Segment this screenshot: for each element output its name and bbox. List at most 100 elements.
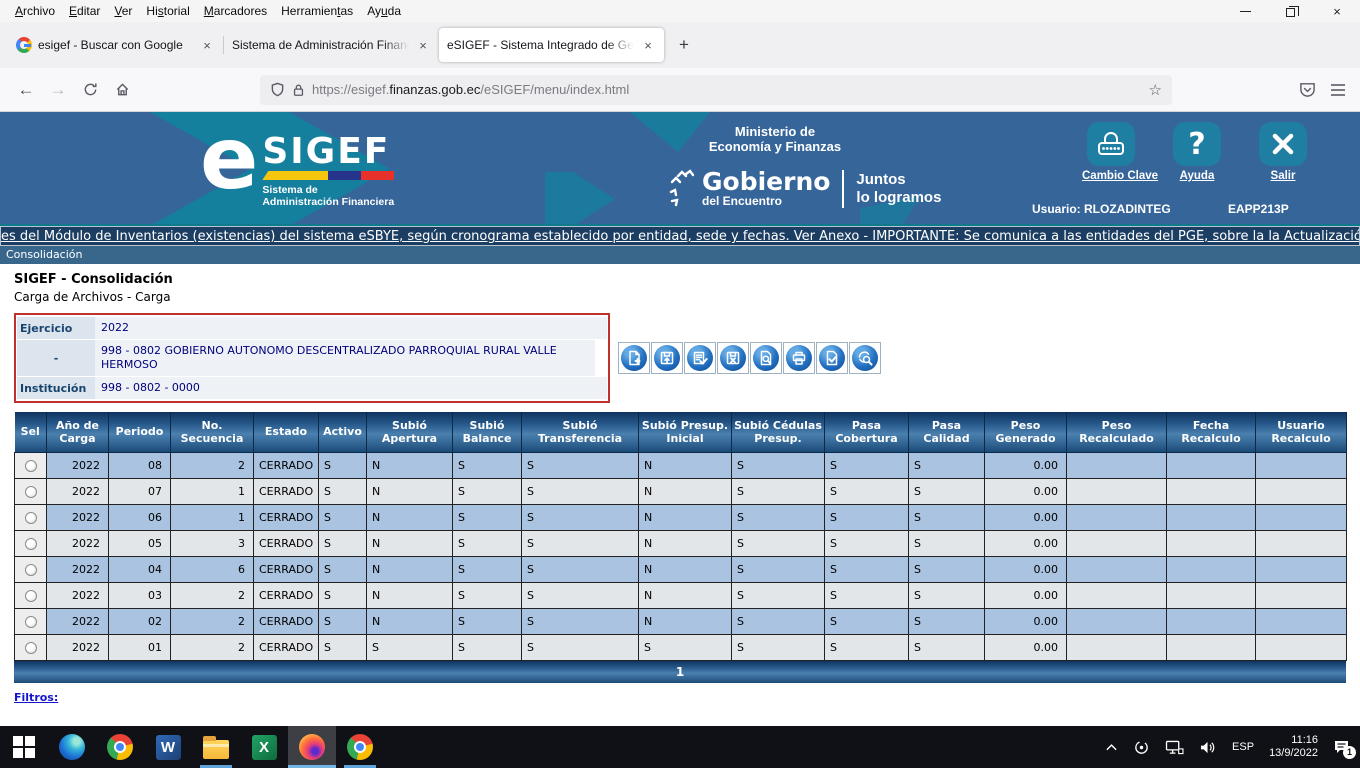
tab-close-icon[interactable]: ×	[415, 38, 431, 53]
table-cell: S	[319, 504, 367, 530]
url-text[interactable]: https://esigef.finanzas.gob.ec/eSIGEF/me…	[312, 82, 1142, 97]
table-cell: S	[825, 556, 909, 582]
toolbar-button-print[interactable]	[783, 342, 815, 374]
menubar-item-ayuda[interactable]: Ayuda	[360, 1, 408, 21]
tab-close-icon[interactable]: ×	[199, 38, 215, 53]
toolbar-button-validate-form[interactable]	[684, 342, 716, 374]
table-cell: S	[732, 634, 825, 660]
language-indicator[interactable]: ESP	[1232, 741, 1254, 753]
window-restore-button[interactable]	[1268, 0, 1314, 22]
column-header: Subió Cédulas Presup.	[732, 412, 825, 452]
tab-close-icon[interactable]: ×	[640, 38, 656, 53]
table-cell	[1167, 530, 1256, 556]
table-cell	[1256, 582, 1347, 608]
table-cell: S	[522, 530, 639, 556]
bookmark-star-icon[interactable]: ☆	[1149, 81, 1162, 99]
hamburger-menu-icon[interactable]	[1330, 83, 1346, 97]
new-tab-button[interactable]: +	[670, 31, 698, 59]
pagination-bar[interactable]: 1	[14, 661, 1346, 683]
taskbar-app-chrome[interactable]	[96, 726, 144, 768]
salir-button[interactable]: Salir	[1254, 122, 1312, 184]
menubar-item-editar[interactable]: Editar	[62, 1, 107, 21]
toolbar-button-save-upload[interactable]	[651, 342, 683, 374]
menubar-item-historial[interactable]: Historial	[139, 1, 196, 21]
table-cell	[1256, 452, 1347, 478]
menubar-item-ver[interactable]: Ver	[107, 1, 139, 21]
menubar-item-marcadores[interactable]: Marcadores	[197, 1, 274, 21]
row-select-radio[interactable]	[25, 538, 37, 550]
gobierno-logo: Gobierno del Encuentro Juntoslo logramos	[668, 168, 941, 210]
action-center-icon[interactable]: 1	[1333, 739, 1350, 755]
teams-tray-icon[interactable]	[1133, 739, 1150, 756]
table-cell: 2022	[47, 608, 109, 634]
browser-tab[interactable]: Sistema de Administración Financie×	[224, 28, 439, 62]
table-cell: 06	[109, 504, 171, 530]
tab-title: eSIGEF - Sistema Integrado de Gesti	[447, 38, 634, 52]
table-cell: S	[522, 582, 639, 608]
taskbar-app-edge[interactable]	[48, 726, 96, 768]
toolbar-button-approve-document[interactable]	[816, 342, 848, 374]
clock[interactable]: 11:1613/9/2022	[1269, 734, 1318, 760]
back-icon[interactable]: ←	[10, 75, 42, 105]
toolbar-button-delete-record[interactable]	[717, 342, 749, 374]
table-cell	[1067, 452, 1167, 478]
menubar-item-herramientas[interactable]: Herramientas	[274, 1, 360, 21]
taskbar-app-file-explorer[interactable]	[192, 726, 240, 768]
taskbar-app-excel[interactable]: X	[240, 726, 288, 768]
cambio-clave-button[interactable]: Cambio Clave	[1082, 122, 1140, 184]
table-cell: S	[825, 478, 909, 504]
lock-icon[interactable]	[292, 83, 305, 97]
password-lock-icon	[1087, 122, 1135, 166]
table-cell	[1067, 608, 1167, 634]
toolbar-button-consult-search[interactable]	[849, 342, 881, 374]
filtros-link[interactable]: Filtros:	[14, 691, 58, 704]
table-cell: 2	[171, 452, 254, 478]
row-select-radio[interactable]	[25, 616, 37, 628]
tracking-shield-icon[interactable]	[270, 82, 285, 97]
table-cell	[1256, 478, 1347, 504]
table-cell: S	[825, 452, 909, 478]
table-cell: S	[639, 634, 732, 660]
row-select-radio[interactable]	[25, 486, 37, 498]
browser-tab[interactable]: eSIGEF - Sistema Integrado de Gesti ×	[439, 28, 664, 62]
table-cell: 2	[171, 634, 254, 660]
ayuda-button[interactable]: ? Ayuda	[1168, 122, 1226, 184]
url-bar[interactable]: https://esigef.finanzas.gob.ec/eSIGEF/me…	[260, 75, 1172, 105]
taskbar-app-chrome-window[interactable]	[336, 726, 384, 768]
pocket-icon[interactable]	[1299, 81, 1316, 98]
column-header: Sel	[15, 412, 47, 452]
terminal-label: EAPP213P	[1228, 202, 1289, 216]
row-select-radio[interactable]	[25, 590, 37, 602]
table-cell: CERRADO	[254, 530, 319, 556]
table-cell: 2022	[47, 504, 109, 530]
browser-tab[interactable]: esigef - Buscar con Google×	[8, 28, 223, 62]
window-minimize-button[interactable]	[1222, 0, 1268, 22]
table-cell: S	[825, 530, 909, 556]
tray-chevron-up-icon[interactable]	[1105, 742, 1118, 752]
row-select-radio[interactable]	[25, 460, 37, 472]
esigef-logo-e: e	[200, 120, 258, 208]
menubar-item-archivo[interactable]: Archivo	[8, 1, 62, 21]
table-cell	[1167, 478, 1256, 504]
carga-archivos-table: SelAño de CargaPeriodoNo. SecuenciaEstad…	[14, 412, 1347, 661]
toolbar-button-preview-search[interactable]	[750, 342, 782, 374]
table-cell: N	[639, 530, 732, 556]
volume-tray-icon[interactable]	[1199, 740, 1217, 755]
table-cell: S	[732, 452, 825, 478]
window-close-button[interactable]: ×	[1314, 0, 1360, 22]
reload-icon[interactable]	[74, 75, 106, 105]
ticker-link[interactable]: es del Módulo de Inventarios (existencia…	[1, 229, 1360, 244]
table-cell: S	[453, 608, 522, 634]
row-select-radio[interactable]	[25, 564, 37, 576]
row-select-radio[interactable]	[25, 512, 37, 524]
taskbar-app-windows-start[interactable]	[0, 726, 48, 768]
toolbar-button-new-document[interactable]	[618, 342, 650, 374]
table-row: 2022046CERRADOSNSSNSSS0.00	[15, 556, 1347, 582]
network-tray-icon[interactable]	[1165, 740, 1184, 755]
table-cell: S	[522, 634, 639, 660]
row-select-radio[interactable]	[25, 642, 37, 654]
table-cell: S	[732, 478, 825, 504]
taskbar-app-word[interactable]: W	[144, 726, 192, 768]
taskbar-app-firefox[interactable]	[288, 726, 336, 768]
home-icon[interactable]	[106, 75, 138, 105]
